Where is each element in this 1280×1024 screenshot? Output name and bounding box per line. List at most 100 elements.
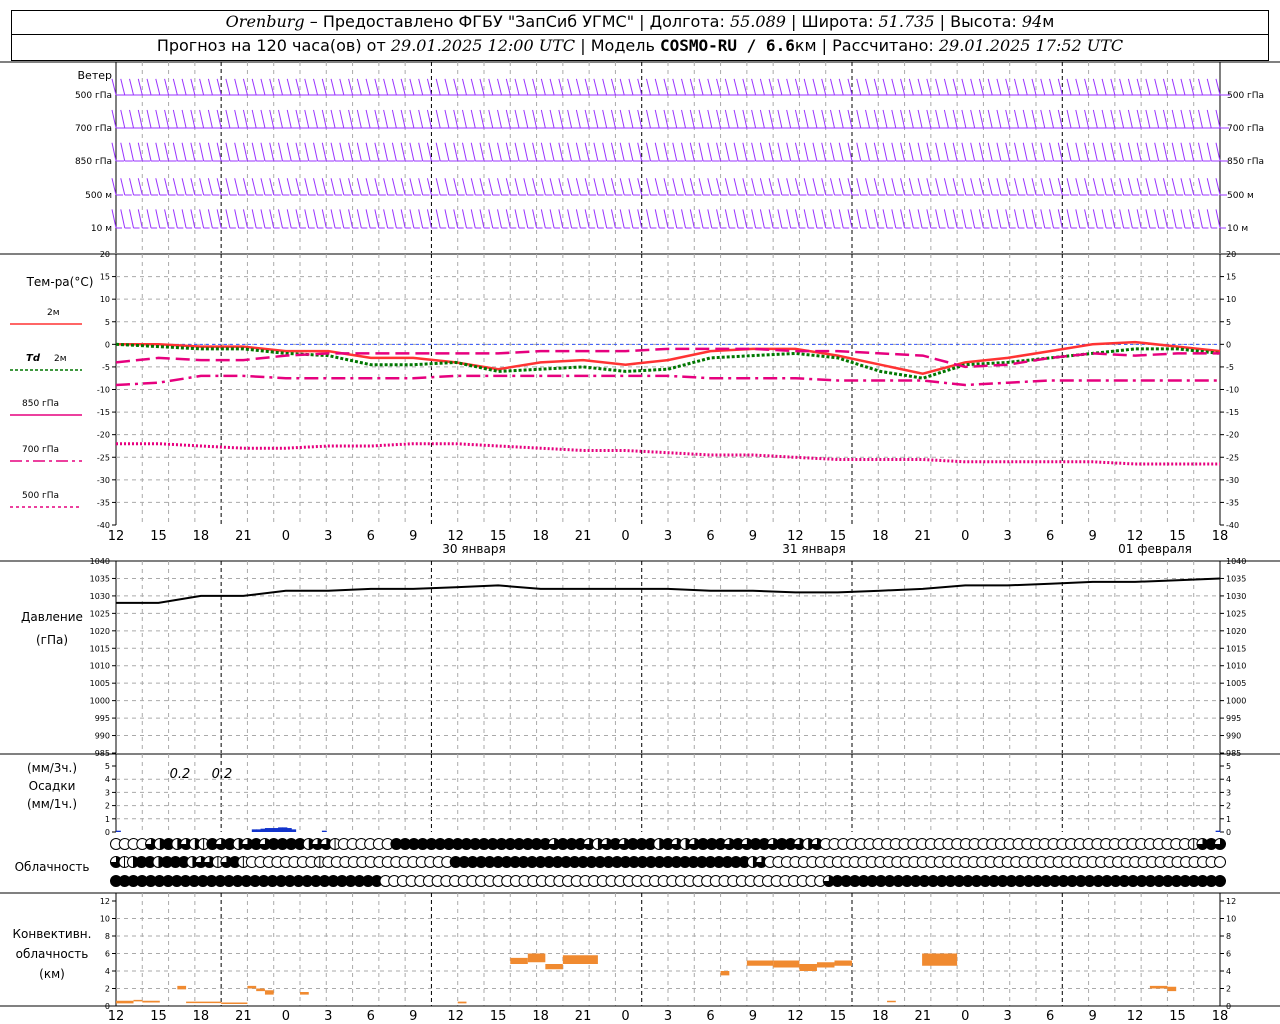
wind-barb [172, 178, 178, 196]
time-tick-label: 21 [235, 529, 252, 544]
wind-barb [418, 178, 424, 196]
wind-barb [1206, 209, 1212, 229]
wind-barb [567, 78, 573, 96]
wind-barb [523, 78, 529, 96]
wind-barb [1022, 178, 1028, 196]
wind-barb [444, 78, 450, 96]
wind-barb [829, 178, 835, 196]
wind-barb [488, 178, 494, 196]
wind-barb [242, 178, 248, 196]
wind-barb [584, 142, 590, 162]
wind-barb [172, 209, 178, 229]
time-tick-label-bottom: 18 [193, 1009, 210, 1024]
wind-barb [409, 178, 415, 196]
wind-barb [234, 178, 240, 196]
wind-barb [882, 178, 888, 196]
wind-barb [286, 209, 292, 229]
wind-barb [716, 78, 722, 96]
wind-barb [593, 142, 599, 162]
wind-barb [330, 209, 336, 229]
conv-tick-label-right: 4 [1226, 967, 1231, 976]
wind-barb [978, 109, 984, 129]
cloud-title: Облачность [15, 860, 90, 874]
time-tick-label-bottom: 18 [872, 1009, 889, 1024]
wind-barb [645, 142, 651, 162]
wind-barb [286, 78, 292, 96]
conv-bar [527, 953, 546, 963]
wind-barb [865, 178, 871, 196]
wind-barb [400, 78, 406, 96]
wind-barb [961, 178, 967, 196]
wind-barb [426, 142, 432, 162]
wind-barb [207, 142, 213, 162]
wind-barb [794, 142, 800, 162]
wind-barb [216, 142, 222, 162]
wind-barb [365, 209, 371, 229]
wind-barb [1049, 142, 1055, 162]
precip-unit-3h: (мм/3ч.) [27, 761, 77, 775]
wind-barb [164, 142, 170, 162]
wind-barb [523, 142, 529, 162]
wind-barb [155, 142, 161, 162]
temp-tick-label-left: 5 [105, 318, 110, 327]
wind-barb [891, 178, 897, 196]
temp-tick-label-right: -5 [1226, 363, 1234, 372]
wind-barb [505, 142, 511, 162]
wind-barb [1075, 109, 1081, 129]
wind-barb [242, 142, 248, 162]
time-tick-label-bottom: 18 [532, 1009, 549, 1024]
wind-barb [199, 109, 205, 129]
wind-barb [295, 178, 301, 196]
wind-barb [1040, 78, 1046, 96]
wind-barb [260, 178, 266, 196]
wind-barb [190, 78, 196, 96]
wind-barb [207, 209, 213, 229]
wind-barb [935, 142, 941, 162]
conv-bar [720, 971, 730, 976]
wind-barb [488, 209, 494, 229]
wind-barb [891, 142, 897, 162]
wind-barb [1136, 109, 1142, 129]
temp-tick-label-left: 10 [100, 295, 110, 304]
wind-barb [497, 142, 503, 162]
wind-barb [216, 109, 222, 129]
time-tick-label: 6 [706, 529, 714, 544]
wind-barb [637, 109, 643, 129]
wind-barb [260, 209, 266, 229]
wind-barb [681, 142, 687, 162]
wind-barb [199, 78, 205, 96]
conv-tick-label-left: 4 [105, 967, 110, 976]
wind-barb [891, 209, 897, 229]
wind-barb [1215, 142, 1221, 162]
wind-barb [190, 142, 196, 162]
wind-barb [987, 209, 993, 229]
wind-barb [865, 209, 871, 229]
wind-barb [891, 109, 897, 129]
wind-barb [829, 109, 835, 129]
time-tick-label: 0 [282, 529, 290, 544]
wind-barb [391, 209, 397, 229]
wind-barb [742, 209, 748, 229]
wind-barb [383, 209, 389, 229]
precip-tick-label-left: 5 [105, 762, 110, 771]
wind-barb [295, 78, 301, 96]
wind-barb [1092, 78, 1098, 96]
wind-barb [418, 142, 424, 162]
wind-barb [847, 178, 853, 196]
wind-barb [900, 178, 906, 196]
wind-barb [768, 109, 774, 129]
wind-barb [330, 78, 336, 96]
wind-barb [619, 178, 625, 196]
wind-barb [234, 209, 240, 229]
pressure-tick-label-left: 1020 [90, 627, 110, 636]
wind-barb [786, 209, 792, 229]
wind-barb [313, 142, 319, 162]
wind-barb [777, 109, 783, 129]
temp-tick-label-right: -10 [1226, 386, 1239, 395]
wind-barb [1031, 78, 1037, 96]
wind-barb [645, 78, 651, 96]
wind-barb [339, 78, 345, 96]
wind-barb [610, 209, 616, 229]
pressure-tick-label-left: 990 [95, 732, 110, 741]
wind-barb [523, 109, 529, 129]
